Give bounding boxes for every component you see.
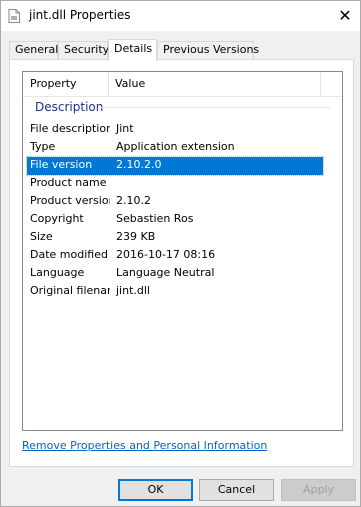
title-bar: jint.dll Properties ✕ bbox=[1, 1, 360, 31]
file-icon bbox=[8, 9, 20, 23]
cancel-button-label: Cancel bbox=[217, 483, 256, 496]
close-icon: ✕ bbox=[338, 6, 352, 25]
tab-previous-versions[interactable]: Previous Versions bbox=[157, 41, 259, 59]
value-cell: 2.10.2.0 bbox=[116, 158, 162, 171]
tab-label: Details bbox=[114, 42, 153, 55]
value-cell: 2.10.2 bbox=[116, 194, 151, 207]
table-row[interactable]: Original filename jint.dll bbox=[27, 283, 323, 301]
property-cell: Original filename bbox=[30, 284, 110, 297]
property-cell: Product version bbox=[30, 194, 110, 207]
ok-button[interactable]: OK bbox=[118, 479, 193, 501]
properties-dialog: jint.dll Properties ✕ General Security D… bbox=[0, 0, 361, 507]
table-row[interactable]: Type Application extension bbox=[27, 139, 323, 157]
table-row-selected[interactable]: File version 2.10.2.0 bbox=[26, 156, 324, 176]
cancel-button[interactable]: Cancel bbox=[199, 479, 274, 501]
remove-properties-link[interactable]: Remove Properties and Personal Informati… bbox=[22, 439, 267, 452]
column-value-label: Value bbox=[115, 77, 146, 90]
property-cell: File description bbox=[30, 122, 110, 135]
column-property[interactable]: Property bbox=[30, 72, 105, 96]
column-divider[interactable] bbox=[320, 72, 321, 96]
property-cell: Copyright bbox=[30, 212, 84, 225]
property-cell: Language bbox=[30, 266, 85, 279]
tab-details[interactable]: Details bbox=[108, 39, 157, 61]
table-row[interactable]: Size 239 KB bbox=[27, 229, 323, 247]
apply-button[interactable]: Apply bbox=[281, 479, 356, 501]
property-cell: Type bbox=[30, 140, 56, 153]
table-row[interactable]: Date modified 2016-10-17 08:16 bbox=[27, 247, 323, 265]
property-cell: Product name bbox=[30, 176, 107, 189]
value-cell: Application extension bbox=[116, 140, 235, 153]
value-cell: Sebastien Ros bbox=[116, 212, 194, 225]
group-divider bbox=[100, 107, 330, 108]
table-row[interactable]: Product version 2.10.2 bbox=[27, 193, 323, 211]
value-cell: Language Neutral bbox=[116, 266, 215, 279]
property-cell: Size bbox=[30, 230, 53, 243]
details-panel: Property Value Description File descript… bbox=[9, 59, 354, 467]
column-divider[interactable] bbox=[108, 72, 109, 96]
table-row[interactable]: File description Jint bbox=[27, 121, 323, 139]
ok-button-label: OK bbox=[147, 483, 164, 496]
group-description: Description bbox=[35, 100, 104, 114]
tab-general[interactable]: General bbox=[9, 41, 58, 59]
tab-label: Security bbox=[64, 43, 110, 56]
value-cell: jint.dll bbox=[116, 284, 150, 297]
tab-security[interactable]: Security bbox=[58, 41, 110, 59]
property-cell: File version bbox=[30, 158, 93, 171]
tab-label: Previous Versions bbox=[163, 43, 260, 56]
table-row[interactable]: Language Language Neutral bbox=[27, 265, 323, 283]
column-value[interactable]: Value bbox=[115, 72, 315, 96]
table-row[interactable]: Copyright Sebastien Ros bbox=[27, 211, 323, 229]
value-cell: 2016-10-17 08:16 bbox=[116, 248, 216, 261]
apply-button-label: Apply bbox=[302, 483, 335, 496]
tab-label: General bbox=[15, 43, 59, 56]
close-button[interactable]: ✕ bbox=[334, 5, 356, 27]
property-cell: Date modified bbox=[30, 248, 108, 261]
column-header: Property Value bbox=[23, 72, 342, 97]
value-cell: Jint bbox=[116, 122, 134, 135]
column-property-label: Property bbox=[30, 77, 77, 90]
table-row[interactable]: Product name bbox=[27, 175, 323, 193]
details-list[interactable]: Property Value Description File descript… bbox=[22, 71, 343, 431]
window-title: jint.dll Properties bbox=[29, 8, 131, 22]
value-cell: 239 KB bbox=[116, 230, 156, 243]
